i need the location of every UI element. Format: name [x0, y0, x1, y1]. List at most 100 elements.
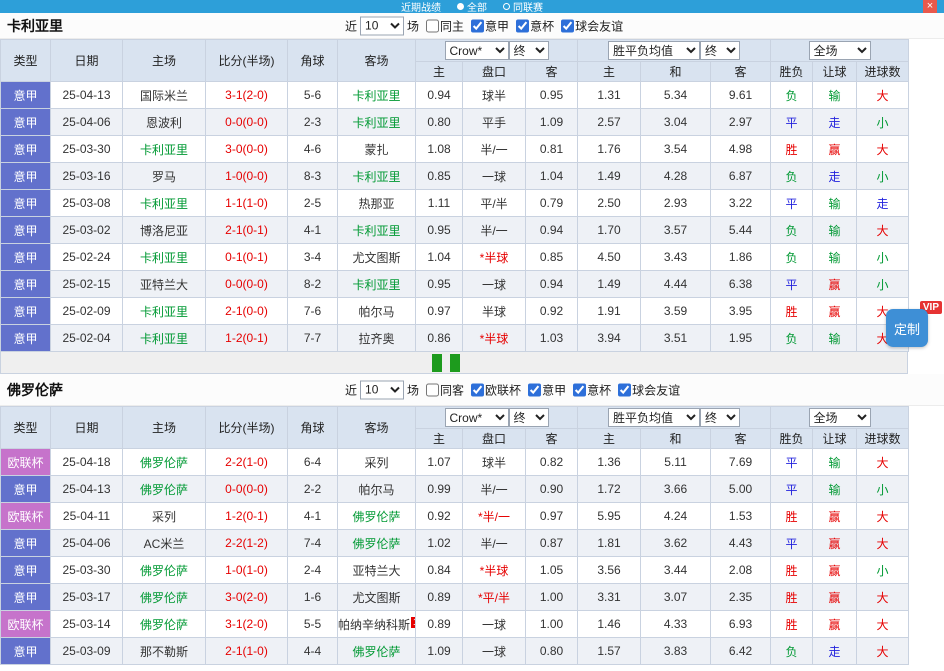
filter-checkbox-同主[interactable]: 同主 [426, 17, 464, 34]
handicap: 球半 [463, 82, 526, 109]
odds-home: 0.89 [416, 611, 463, 638]
away-team: 帕尔马 [338, 476, 416, 503]
sub-header: 客 [711, 62, 771, 82]
home-team: 卡利亚里 [123, 325, 206, 352]
league-badge: 意甲 [1, 325, 51, 352]
scope-select[interactable]: 全场 [809, 408, 871, 427]
avg-type-select[interactable]: 胜平负均值 [608, 408, 700, 427]
radio-same-league[interactable]: 同联赛 [503, 0, 543, 13]
vip-widget: VIP 定制 [886, 301, 942, 349]
odds-away: 0.87 [526, 530, 578, 557]
result-handicap: 赢 [813, 136, 857, 163]
checkbox-input[interactable] [561, 19, 574, 32]
filter-checkbox-同客[interactable]: 同客 [426, 381, 464, 398]
odds-home: 0.95 [416, 271, 463, 298]
avg-away: 6.42 [711, 638, 771, 665]
avg-draw: 3.51 [641, 325, 711, 352]
match-row: 意甲25-03-17佛罗伦萨3-0(2-0)1-6尤文图斯0.89*平/半1.0… [1, 584, 909, 611]
score: 3-0(2-0) [206, 584, 288, 611]
checkbox-input[interactable] [426, 19, 439, 32]
score: 2-1(0-0) [206, 298, 288, 325]
avg-type-select[interactable]: 胜平负均值 [608, 41, 700, 60]
match-row: 意甲25-03-08卡利亚里1-1(1-0)2-5热那亚1.11平/半0.792… [1, 190, 909, 217]
filter-recent-label: 近 [345, 381, 357, 398]
result-handicap: 输 [813, 190, 857, 217]
result-handicap: 赢 [813, 271, 857, 298]
col-header-type: 类型 [1, 407, 51, 449]
result-goals: 大 [857, 217, 909, 244]
odds-away: 1.03 [526, 325, 578, 352]
avg-draw: 3.83 [641, 638, 711, 665]
thead: 类型日期主场比分(半场)角球客场Crow*终胜平负均值终全场主盘口客主和客胜负让… [1, 40, 909, 82]
checkbox-input[interactable] [426, 383, 439, 396]
checkbox-input[interactable] [573, 383, 586, 396]
result-outcome: 平 [771, 449, 813, 476]
odds-home: 0.84 [416, 557, 463, 584]
topbar-tabs: 近期战绩 全部 同联赛 [0, 0, 944, 13]
checkbox-input[interactable] [618, 383, 631, 396]
filter-games-label: 场 [407, 381, 419, 398]
filter-checkbox-意甲[interactable]: 意甲 [471, 17, 509, 34]
filter-checkbox-球会友谊[interactable]: 球会友谊 [618, 381, 680, 398]
odds-home: 1.02 [416, 530, 463, 557]
team-name: 卡利亚里 [0, 16, 63, 36]
recent-count-select[interactable]: 10 [360, 16, 404, 35]
league-badge: 意甲 [1, 244, 51, 271]
close-icon[interactable]: × [923, 0, 937, 13]
match-row: 意甲25-04-06AC米兰2-2(1-2)7-4佛罗伦萨1.02半/一0.87… [1, 530, 909, 557]
corners: 2-3 [288, 109, 338, 136]
corners: 4-6 [288, 136, 338, 163]
match-date: 25-02-15 [51, 271, 123, 298]
scope-select[interactable]: 全场 [809, 41, 871, 60]
home-team: 博洛尼亚 [123, 217, 206, 244]
checkbox-input[interactable] [516, 19, 529, 32]
filter-checkbox-意杯[interactable]: 意杯 [573, 381, 611, 398]
avg-home: 3.94 [578, 325, 641, 352]
avg-draw: 4.28 [641, 163, 711, 190]
result-goals: 小 [857, 244, 909, 271]
filter-bar: 近10场同客欧联杯意甲意杯球会友谊 [345, 380, 680, 399]
filter-checkbox-意杯[interactable]: 意杯 [516, 17, 554, 34]
result-handicap: 赢 [813, 503, 857, 530]
sub-header: 主 [578, 429, 641, 449]
team-section: 卡利亚里近10场同主意甲意杯球会友谊类型日期主场比分(半场)角球客场Crow*终… [0, 13, 944, 374]
checkbox-input[interactable] [528, 383, 541, 396]
league-badge: 意甲 [1, 557, 51, 584]
result-goals: 大 [857, 503, 909, 530]
home-team: 采列 [123, 503, 206, 530]
odds-company-select[interactable]: Crow* [445, 41, 509, 60]
result-handicap: 赢 [813, 557, 857, 584]
avg-away: 2.97 [711, 109, 771, 136]
filter-checkbox-意甲[interactable]: 意甲 [528, 381, 566, 398]
odds-dropdown-cell: Crow*终 [416, 40, 578, 62]
radio-all[interactable]: 全部 [457, 0, 487, 13]
avg-time-select[interactable]: 终 [700, 41, 740, 60]
odds-away: 0.80 [526, 638, 578, 665]
avg-draw: 5.34 [641, 82, 711, 109]
avg-draw: 3.44 [641, 557, 711, 584]
filter-checkbox-球会友谊[interactable]: 球会友谊 [561, 17, 623, 34]
score: 2-1(0-1) [206, 217, 288, 244]
avg-home: 3.56 [578, 557, 641, 584]
customize-button[interactable]: 定制 [886, 309, 928, 347]
avg-home: 1.36 [578, 449, 641, 476]
odds-time-select[interactable]: 终 [509, 408, 549, 427]
match-row: 意甲25-04-06恩波利0-0(0-0)2-3卡利亚里0.80平手1.092.… [1, 109, 909, 136]
checkbox-input[interactable] [471, 19, 484, 32]
score: 1-0(0-0) [206, 163, 288, 190]
league-badge: 意甲 [1, 82, 51, 109]
corners: 2-5 [288, 190, 338, 217]
filter-checkbox-欧联杯[interactable]: 欧联杯 [471, 381, 521, 398]
match-row: 意甲25-03-30佛罗伦萨1-0(1-0)2-4亚特兰大0.84*半球1.05… [1, 557, 909, 584]
recent-count-select[interactable]: 10 [360, 380, 404, 399]
odds-company-select[interactable]: Crow* [445, 408, 509, 427]
home-team: 佛罗伦萨 [123, 584, 206, 611]
sub-header: 进球数 [857, 429, 909, 449]
avg-away: 1.86 [711, 244, 771, 271]
avg-time-select[interactable]: 终 [700, 408, 740, 427]
match-date: 25-02-24 [51, 244, 123, 271]
checkbox-input[interactable] [471, 383, 484, 396]
checkbox-label: 同主 [440, 17, 464, 34]
avg-home: 2.50 [578, 190, 641, 217]
odds-time-select[interactable]: 终 [509, 41, 549, 60]
